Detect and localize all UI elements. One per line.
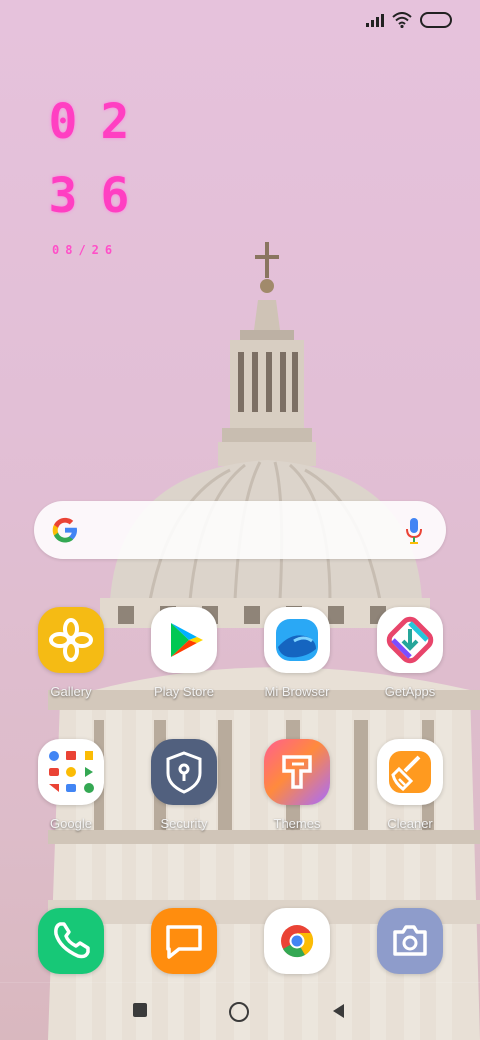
gallery-flower-icon: [49, 618, 93, 662]
app-cleaner[interactable]: [377, 739, 443, 805]
back-button[interactable]: [331, 1003, 345, 1019]
app-google-folder[interactable]: [38, 739, 104, 805]
app-security[interactable]: [151, 739, 217, 805]
clock-minutes: 3 6: [48, 172, 130, 220]
app-label: GetApps: [384, 684, 436, 699]
clock-date: 08/26: [52, 243, 119, 257]
app-label: Play Store: [154, 684, 214, 699]
google-g-icon: [52, 517, 77, 543]
wifi-icon: [392, 12, 412, 28]
message-icon: [166, 925, 202, 959]
app-gallery[interactable]: [38, 607, 104, 673]
battery-icon: [420, 12, 452, 28]
chrome-icon: [281, 925, 314, 958]
app-label: Gallery: [50, 684, 92, 699]
minute-digit: 6: [100, 168, 130, 224]
app-label: Cleaner: [387, 816, 433, 831]
google-folder-icon: [49, 751, 94, 793]
app-getapps[interactable]: [377, 607, 443, 673]
navigation-bar: [0, 982, 480, 1040]
app-label: Themes: [273, 816, 321, 831]
signal-icon: [366, 13, 384, 27]
dock-camera[interactable]: [377, 908, 443, 974]
phone-icon: [54, 922, 90, 959]
dock-messages[interactable]: [151, 908, 217, 974]
app-label: Google: [50, 816, 92, 831]
app-play-store[interactable]: [151, 607, 217, 673]
hour-digit: 0: [48, 94, 78, 150]
recents-button[interactable]: [133, 1003, 147, 1017]
download-icon: [386, 616, 434, 664]
status-bar: [366, 12, 452, 28]
app-themes[interactable]: [264, 739, 330, 805]
dock-phone[interactable]: [38, 908, 104, 974]
google-search-bar[interactable]: [34, 501, 446, 559]
broom-icon: [389, 751, 431, 793]
microphone-icon[interactable]: [404, 516, 424, 546]
browser-wave-icon: [276, 619, 318, 661]
shield-lock-icon: [166, 751, 202, 794]
app-label: Mi Browser: [264, 684, 330, 699]
home-button[interactable]: [229, 1002, 249, 1022]
app-label: Security: [160, 816, 208, 831]
paint-brush-icon: [282, 755, 312, 789]
clock-hours: 0 2: [48, 98, 130, 146]
hour-digit: 2: [100, 94, 130, 150]
dock-chrome[interactable]: [264, 908, 330, 974]
camera-icon: [393, 925, 427, 956]
play-store-icon: [171, 623, 203, 657]
app-mi-browser[interactable]: [264, 607, 330, 673]
minute-digit: 3: [48, 168, 78, 224]
